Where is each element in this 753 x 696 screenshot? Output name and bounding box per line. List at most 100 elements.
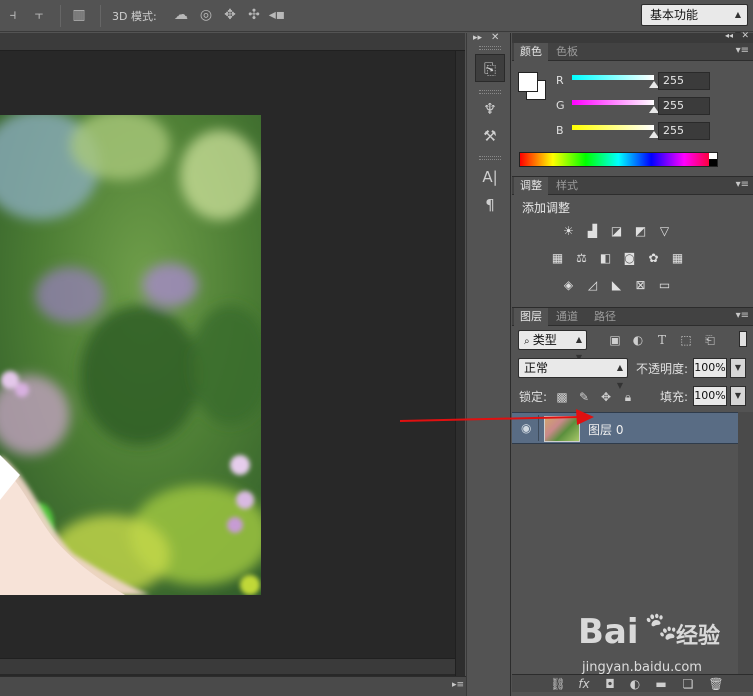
lock-position-icon[interactable]: ✥ (598, 389, 614, 405)
baidu-watermark: Bai 🐾︎ 经验 jingyan.baidu.com (578, 608, 748, 682)
smart-object-filter-icon[interactable]: ⎗ (702, 332, 718, 348)
opacity-input[interactable]: 100% (693, 358, 727, 378)
tab-adjustments[interactable]: 调整 (514, 177, 548, 195)
photo-filter-icon[interactable]: ◙ (621, 251, 638, 266)
drag-3d-icon[interactable]: ✥ (221, 6, 239, 24)
adjustments-panel-tabs: 调整 样式 ▾≡ (512, 177, 753, 195)
channel-r-value[interactable]: 255 (658, 72, 710, 90)
fill-input[interactable]: 100% (693, 386, 727, 406)
tab-swatches[interactable]: 色板 (550, 43, 584, 61)
channel-mixer-icon[interactable]: ✿ (645, 251, 662, 266)
panel-header: ◂◂ ✕ (512, 31, 753, 43)
tab-color[interactable]: 颜色 (514, 43, 548, 61)
paragraph-icon[interactable]: ¶ (475, 191, 505, 219)
photoshop-window: ⫞ ⫟ ▥ 3D 模式: ☁ ◎ ✥ ✣ ◂▪ 基本功能 ▲▼ (0, 0, 753, 696)
history-icon[interactable]: ⎘ (475, 54, 505, 82)
panel-menu-icon[interactable]: ▾≡ (736, 179, 749, 190)
opacity-label: 不透明度: (636, 362, 689, 376)
grip-handle[interactable] (479, 46, 501, 50)
filter-kind-label: 类型 (532, 333, 557, 347)
character-icon[interactable]: A| (475, 163, 505, 191)
color-balance-icon[interactable]: ⚖ (573, 251, 590, 266)
channel-g-slider[interactable] (572, 100, 654, 105)
divider (100, 5, 101, 27)
color-panel: ◂◂ ✕ 颜色 色板 ▾≡ R 255 G 255 B 255 (512, 31, 753, 173)
roll-3d-icon[interactable]: ◎ (197, 6, 215, 24)
panel-menu-icon[interactable]: ▸≡ (452, 680, 464, 690)
horizontal-scrollbar[interactable] (0, 658, 455, 674)
lock-all-icon[interactable]: 🔒︎ (620, 389, 636, 405)
grip-handle[interactable] (479, 90, 501, 94)
fill-dropdown-icon[interactable]: ▼ (730, 386, 746, 406)
workspace-select[interactable]: 基本功能 ▲▼ (641, 4, 748, 39)
blend-mode-select[interactable]: 正常 ▲ ▼ (518, 358, 628, 390)
align-center-icon[interactable]: ⫟ (30, 6, 48, 24)
scale-3d-icon[interactable]: ◂▪ (268, 6, 286, 24)
opacity-dropdown-icon[interactable]: ▼ (730, 358, 746, 378)
slide-3d-icon[interactable]: ✣ (245, 6, 263, 24)
threshold-icon[interactable]: ◣ (608, 278, 625, 293)
color-lookup-icon[interactable]: ▦ (669, 251, 686, 266)
mode-3d-label: 3D 模式: (112, 10, 157, 23)
layer-filter-select[interactable]: ⌕ 类型 ▲▼ (518, 330, 587, 362)
document-tab-bar (0, 33, 465, 51)
tab-styles[interactable]: 样式 (550, 177, 584, 195)
channel-b-slider[interactable] (572, 125, 654, 130)
invert-icon[interactable]: ◈ (560, 278, 577, 293)
vertical-scrollbar[interactable] (455, 51, 465, 681)
photo-image (0, 115, 261, 595)
brush-presets-icon[interactable]: ♆ (475, 95, 505, 123)
adjustment-filter-icon[interactable]: ◐ (630, 332, 646, 348)
selective-color-icon[interactable]: ⊠ (632, 278, 649, 293)
collapse-icon[interactable]: ◂◂ (725, 31, 733, 40)
close-icon[interactable]: ✕ (741, 31, 749, 41)
lock-image-icon[interactable]: ✎ (576, 389, 592, 405)
adjustments-panel: 调整 样式 ▾≡ 添加调整 ☀ ▟ ◪ ◩ ▽ ▦ ⚖ ◧ ◙ ✿ ▦ ◈ ◿ … (512, 176, 753, 306)
watermark-url: jingyan.baidu.com (582, 660, 702, 675)
hue-saturation-icon[interactable]: ▦ (549, 251, 566, 266)
canvas-photo (0, 115, 261, 595)
levels-icon[interactable]: ▟ (584, 224, 601, 239)
paw-icon: 🐾︎ (642, 610, 681, 645)
tool-presets-icon[interactable]: ⚒ (475, 122, 505, 150)
channel-b-label: B (556, 124, 564, 137)
foreground-color-swatch[interactable] (518, 72, 538, 92)
channel-g-label: G (556, 99, 565, 112)
tab-layers[interactable]: 图层 (514, 308, 548, 326)
align-left-icon[interactable]: ⫞ (4, 6, 22, 24)
black-white-icon[interactable]: ◧ (597, 251, 614, 266)
blend-mode-label: 正常 (524, 361, 549, 375)
grip-handle[interactable] (479, 156, 501, 160)
status-bar: ▸≡ (0, 676, 472, 696)
brightness-icon[interactable]: ☀ (560, 224, 577, 239)
link-icon[interactable]: ⛓ (550, 676, 566, 692)
channel-r-slider[interactable] (572, 75, 654, 80)
panel-menu-icon[interactable]: ▾≡ (736, 45, 749, 56)
distribute-icon[interactable]: ▥ (70, 6, 88, 24)
posterize-icon[interactable]: ◿ (584, 278, 601, 293)
channel-b-value[interactable]: 255 (658, 122, 710, 140)
channel-g-value[interactable]: 255 (658, 97, 710, 115)
tab-channels[interactable]: 通道 (550, 308, 584, 326)
collapsed-panel-strip: ▸▸ ✕ ⎘ ♆ ⚒ A| ¶ (466, 32, 511, 696)
search-icon: ⌕ (524, 336, 533, 347)
close-icon[interactable]: ✕ (491, 32, 499, 43)
curves-icon[interactable]: ◪ (608, 224, 625, 239)
exposure-icon[interactable]: ◩ (632, 224, 649, 239)
watermark-brand2: 经验 (676, 624, 721, 649)
color-ramp[interactable] (519, 152, 718, 167)
expand-icon[interactable]: ▸▸ (473, 33, 482, 43)
filter-toggle[interactable] (739, 331, 747, 347)
gradient-map-icon[interactable]: ▭ (656, 278, 673, 293)
tab-paths[interactable]: 路径 (588, 308, 622, 326)
options-bar: ⫞ ⫟ ▥ 3D 模式: ☁ ◎ ✥ ✣ ◂▪ 基本功能 ▲▼ (0, 0, 753, 39)
lock-label: 锁定: (519, 390, 548, 404)
fill-label: 填充: (660, 390, 689, 404)
lock-transparent-icon[interactable]: ▩ (554, 389, 570, 405)
type-filter-icon[interactable]: T (654, 332, 670, 348)
orbit-3d-icon[interactable]: ☁ (172, 6, 190, 24)
shape-filter-icon[interactable]: ⬚ (678, 332, 694, 348)
panel-menu-icon[interactable]: ▾≡ (736, 310, 749, 321)
pixel-filter-icon[interactable]: ▣ (607, 332, 623, 348)
vibrance-icon[interactable]: ▽ (656, 224, 673, 239)
